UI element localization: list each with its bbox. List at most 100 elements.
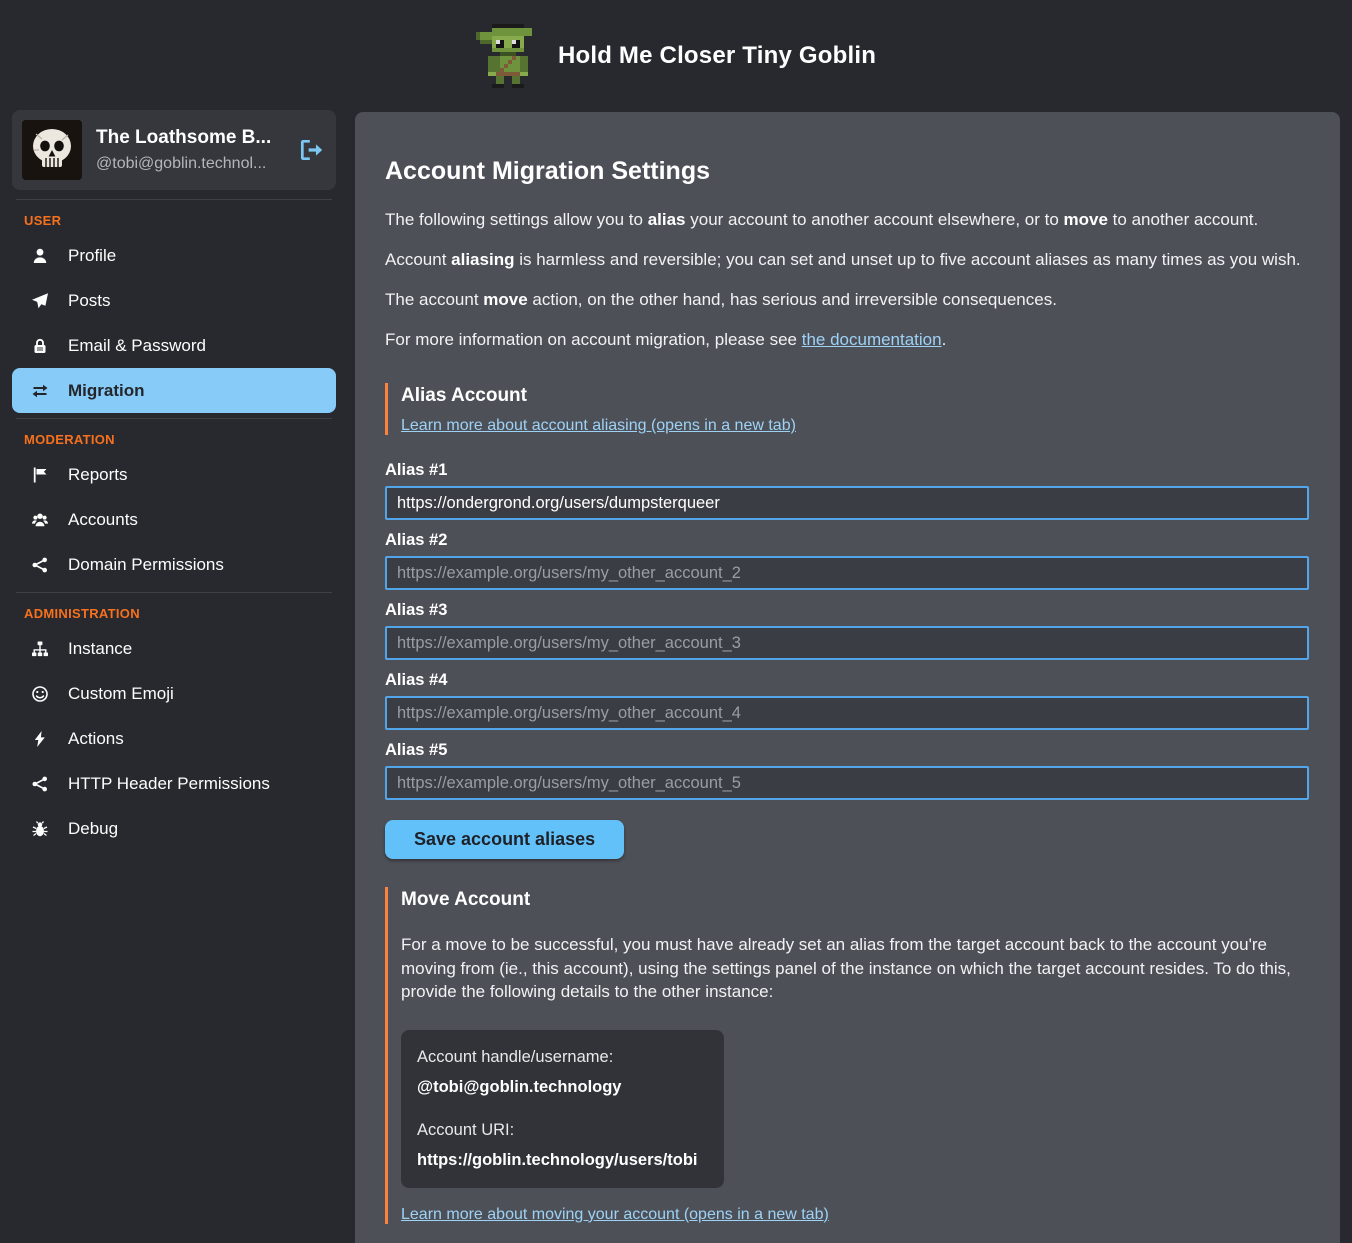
user-handle: @tobi@goblin.technol... xyxy=(96,155,282,173)
alias-1-group: Alias #1 xyxy=(385,461,1310,520)
app-title: Hold Me Closer Tiny Goblin xyxy=(558,42,876,70)
sidebar-divider xyxy=(16,418,332,419)
share-nodes-icon xyxy=(30,556,50,574)
sidebar-divider xyxy=(16,199,332,200)
avatar xyxy=(22,120,82,180)
alias-2-label: Alias #2 xyxy=(385,531,1310,550)
alias-learn-more-link[interactable]: Learn more about account aliasing (opens… xyxy=(401,417,796,435)
text: For more information on account migratio… xyxy=(385,330,802,349)
move-account-heading: Move Account xyxy=(401,887,1310,913)
account-handle-value: @tobi@goblin.technology xyxy=(417,1078,708,1097)
text: is harmless and reversible; you can set … xyxy=(514,250,1300,269)
sidebar-item-label: Migration xyxy=(68,381,145,401)
account-details-box: Account handle/username: @tobi@goblin.te… xyxy=(401,1030,724,1188)
move-account-section: Move Account For a move to be successful… xyxy=(385,887,1310,1224)
sidebar-item-http-header-permissions[interactable]: HTTP Header Permissions xyxy=(12,761,336,806)
alias-5-label: Alias #5 xyxy=(385,741,1310,760)
move-link-row: Learn more about moving your account (op… xyxy=(401,1206,1310,1224)
sidebar-item-label: Posts xyxy=(68,291,111,311)
sidebar-item-label: Accounts xyxy=(68,510,138,530)
skull-avatar-image xyxy=(22,120,82,180)
transfer-arrows-icon xyxy=(30,382,50,400)
account-uri-label: Account URI: xyxy=(417,1121,708,1140)
lock-icon xyxy=(30,337,50,355)
documentation-link[interactable]: the documentation xyxy=(802,330,942,349)
user-card: The Loathsome B... @tobi@goblin.technol.… xyxy=(12,110,336,190)
intro-paragraph-3: The account move action, on the other ha… xyxy=(385,288,1310,311)
app-header: Hold Me Closer Tiny Goblin xyxy=(0,0,1352,112)
alias-3-label: Alias #3 xyxy=(385,601,1310,620)
move-learn-more-link[interactable]: Learn more about moving your account (op… xyxy=(401,1206,829,1224)
alias-5-group: Alias #5 xyxy=(385,741,1310,800)
alias-account-heading: Alias Account xyxy=(401,383,1310,409)
alias-account-section-header: Alias Account Learn more about account a… xyxy=(385,383,1310,435)
paper-plane-icon xyxy=(30,292,50,310)
sitemap-icon xyxy=(30,640,50,658)
sign-out-icon xyxy=(298,138,324,162)
text: The following settings allow you to xyxy=(385,210,648,229)
alias-4-input[interactable] xyxy=(385,696,1309,730)
sidebar-item-label: Actions xyxy=(68,729,124,749)
section-header-moderation: MODERATION xyxy=(24,432,336,447)
sidebar-item-posts[interactable]: Posts xyxy=(12,278,336,323)
section-header-user: USER xyxy=(24,213,336,228)
text-bold: aliasing xyxy=(451,250,514,269)
text: to another account. xyxy=(1108,210,1258,229)
sidebar-item-label: HTTP Header Permissions xyxy=(68,774,270,794)
sidebar-item-label: Email & Password xyxy=(68,336,206,356)
bug-icon xyxy=(30,820,50,838)
account-uri-value: https://goblin.technology/users/tobi xyxy=(417,1151,708,1170)
text: . xyxy=(942,330,947,349)
user-display-name: The Loathsome B... xyxy=(96,127,282,149)
text-bold: move xyxy=(483,290,527,309)
text: Account xyxy=(385,250,451,269)
text: action, on the other hand, has serious a… xyxy=(528,290,1057,309)
alias-3-group: Alias #3 xyxy=(385,601,1310,660)
logout-button[interactable] xyxy=(296,136,326,164)
alias-2-group: Alias #2 xyxy=(385,531,1310,590)
sidebar-item-instance[interactable]: Instance xyxy=(12,626,336,671)
alias-4-group: Alias #4 xyxy=(385,671,1310,730)
save-account-aliases-button[interactable]: Save account aliases xyxy=(385,820,624,859)
alias-5-input[interactable] xyxy=(385,766,1309,800)
intro-paragraph-4: For more information on account migratio… xyxy=(385,328,1310,351)
sidebar-item-debug[interactable]: Debug xyxy=(12,806,336,851)
sidebar-item-migration[interactable]: Migration xyxy=(12,368,336,413)
sidebar-item-custom-emoji[interactable]: Custom Emoji xyxy=(12,671,336,716)
sidebar-item-label: Profile xyxy=(68,246,116,266)
sidebar-item-label: Reports xyxy=(68,465,128,485)
text: your account to another account elsewher… xyxy=(686,210,1064,229)
account-handle-label: Account handle/username: xyxy=(417,1048,708,1067)
text-bold: alias xyxy=(648,210,686,229)
sidebar-item-profile[interactable]: Profile xyxy=(12,233,336,278)
alias-4-label: Alias #4 xyxy=(385,671,1310,690)
intro-paragraph-1: The following settings allow you to alia… xyxy=(385,208,1310,231)
sidebar-item-reports[interactable]: Reports xyxy=(12,452,336,497)
sidebar-item-accounts[interactable]: Accounts xyxy=(12,497,336,542)
section-header-administration: ADMINISTRATION xyxy=(24,606,336,621)
sidebar-item-actions[interactable]: Actions xyxy=(12,716,336,761)
text-bold: move xyxy=(1064,210,1108,229)
sidebar-divider xyxy=(16,592,332,593)
bolt-icon xyxy=(30,730,50,748)
alias-1-input[interactable] xyxy=(385,486,1309,520)
main-panel: Account Migration Settings The following… xyxy=(355,112,1340,1243)
share-nodes-icon xyxy=(30,775,50,793)
smiley-icon xyxy=(30,685,50,703)
move-account-description: For a move to be successful, you must ha… xyxy=(401,933,1306,1004)
alias-1-label: Alias #1 xyxy=(385,461,1310,480)
text: The account xyxy=(385,290,483,309)
goblin-logo-icon xyxy=(476,24,540,88)
alias-3-input[interactable] xyxy=(385,626,1309,660)
user-meta: The Loathsome B... @tobi@goblin.technol.… xyxy=(96,127,282,173)
app-window: Hold Me Closer Tiny Goblin xyxy=(0,0,1352,1243)
alias-2-input[interactable] xyxy=(385,556,1309,590)
sidebar: The Loathsome B... @tobi@goblin.technol.… xyxy=(12,110,336,851)
sidebar-item-domain-permissions[interactable]: Domain Permissions xyxy=(12,542,336,587)
flag-icon xyxy=(30,466,50,484)
sidebar-item-label: Domain Permissions xyxy=(68,555,224,575)
users-icon xyxy=(30,511,50,529)
user-icon xyxy=(30,247,50,265)
intro-paragraph-2: Account aliasing is harmless and reversi… xyxy=(385,248,1310,271)
sidebar-item-email-password[interactable]: Email & Password xyxy=(12,323,336,368)
